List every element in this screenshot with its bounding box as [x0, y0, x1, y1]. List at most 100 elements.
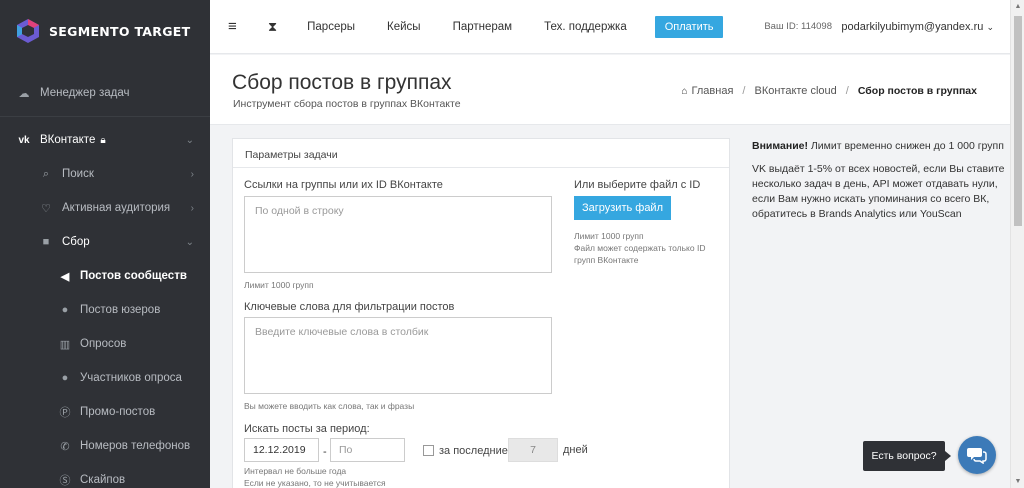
sidebar-item-skypes[interactable]: Ⓢ Скайпов: [0, 463, 210, 488]
page-title: Сбор постов в группах: [232, 71, 452, 94]
truck-icon: ■: [42, 236, 50, 248]
nav-link-cases[interactable]: Кейсы: [387, 21, 421, 33]
scroll-thumb[interactable]: [1014, 16, 1022, 226]
home-icon: ⌂: [681, 85, 688, 97]
breadcrumb-separator: /: [742, 85, 746, 97]
sidebar: SEGMENTO TARGET ☁ Менеджер задач vk ВКон…: [0, 0, 210, 488]
search-icon: ⌕: [42, 167, 50, 180]
file-hint-line: Лимит 1000 групп: [574, 231, 644, 241]
scroll-down-icon[interactable]: ▼: [1011, 478, 1024, 485]
breadcrumb-separator: /: [845, 85, 849, 97]
sidebar-item-phone-numbers[interactable]: ✆ Номеров телефонов: [0, 429, 210, 463]
keywords-hint: Вы можете вводить как слова, так и фразы: [244, 401, 415, 411]
file-hint-line: Файл может содержать только ID: [574, 243, 706, 253]
period-hint: Интервал не больше года Если не указано,…: [244, 465, 386, 488]
groups-hint: Лимит 1000 групп: [244, 280, 314, 290]
sidebar-item-label: Сбор: [62, 236, 90, 248]
file-label: Или выберите файл с ID: [574, 179, 701, 191]
chat-tooltip: Есть вопрос?: [863, 441, 951, 471]
last-days-input[interactable]: 7: [508, 438, 558, 462]
notice-text-2: VK выдаёт 1-5% от всех новостей, если Вы…: [752, 163, 1005, 220]
sidebar-item-promo-posts[interactable]: Ⓟ Промо-постов: [0, 395, 210, 429]
nav-link-support[interactable]: Тех. поддержка: [544, 21, 627, 33]
user-icon: ●: [61, 304, 69, 316]
menu-icon[interactable]: ≡: [228, 18, 242, 35]
sidebar-item-collect[interactable]: ■ Сбор ⌄: [0, 225, 210, 259]
period-hint-line: Интервал не больше года: [244, 466, 347, 476]
skype-icon: Ⓢ: [59, 475, 71, 487]
megaphone-icon: ◀: [60, 270, 70, 283]
scroll-up-icon[interactable]: ▲: [1011, 3, 1024, 10]
groups-label: Ссылки на группы или их ID ВКонтакте: [244, 179, 443, 191]
user-email: podarkilyubimym@yandex.ru: [841, 20, 984, 33]
sidebar-item-task-manager[interactable]: ☁ Менеджер задач: [0, 76, 210, 110]
sidebar-item-label: Опросов: [80, 338, 127, 350]
last-days-label: за последние: [439, 445, 508, 457]
sidebar-item-label: ВКонтакте: [40, 134, 96, 146]
breadcrumb-home[interactable]: Главная: [692, 85, 734, 97]
bar-chart-icon: ▥: [59, 338, 71, 351]
users-icon: ●: [61, 372, 69, 384]
sidebar-item-polls[interactable]: ▥ Опросов: [0, 327, 210, 361]
sidebar-item-poll-participants[interactable]: ● Участников опроса: [0, 361, 210, 395]
file-hint-line: групп ВКонтакте: [574, 255, 639, 265]
card-title: Параметры задачи: [233, 139, 729, 168]
hourglass-icon[interactable]: ⧗: [268, 19, 277, 35]
topbar: ≡ ⧗ Парсеры Кейсы Партнерам Тех. поддерж…: [210, 0, 1010, 54]
logo[interactable]: SEGMENTO TARGET: [0, 0, 210, 62]
period-label: Искать посты за период:: [244, 423, 370, 435]
divider: [0, 116, 210, 117]
heart-icon: ♡: [41, 202, 51, 215]
sidebar-nav: ☁ Менеджер задач vk ВКонтакте 🔒︎ ⌄ ⌕ Пои…: [0, 76, 210, 488]
pay-button[interactable]: Оплатить: [654, 15, 724, 38]
cloud-icon: ☁: [18, 87, 30, 100]
period-hint-line: Если не указано, то не учитывается: [244, 478, 386, 488]
date-to-input[interactable]: [330, 438, 405, 462]
sidebar-item-active-audience[interactable]: ♡ Активная аудитория ›: [0, 191, 210, 225]
sidebar-item-search[interactable]: ⌕ Поиск ›: [0, 157, 210, 191]
user-menu[interactable]: podarkilyubimym@yandex.ru ⌄: [841, 21, 994, 33]
scrollbar[interactable]: ▲ ▼: [1010, 0, 1024, 488]
logo-icon: [17, 19, 39, 43]
days-label: дней: [563, 444, 588, 456]
page-subtitle: Инструмент сбора постов в группах ВКонта…: [233, 98, 461, 110]
date-dash: -: [323, 446, 327, 458]
chevron-down-icon: ⌄: [185, 236, 194, 248]
chevron-down-icon: ⌄: [986, 21, 994, 32]
sidebar-item-vkontakte[interactable]: vk ВКонтакте 🔒︎ ⌄: [0, 123, 210, 157]
chat-button[interactable]: [958, 436, 996, 474]
lock-icon: 🔒︎: [100, 134, 106, 146]
sidebar-item-label: Активная аудитория: [62, 202, 171, 214]
upload-file-button[interactable]: Загрузить файл: [574, 196, 671, 220]
sidebar-item-user-posts[interactable]: ● Постов юзеров: [0, 293, 210, 327]
notice-text-1: Лимит временно снижен до 1 000 групп: [810, 140, 1004, 152]
chat-icon: [967, 448, 987, 464]
phone-icon: ✆: [60, 440, 70, 453]
breadcrumb: ⌂ Главная / ВКонтакте cloud / Сбор посто…: [682, 85, 978, 97]
chevron-right-icon: ›: [190, 202, 194, 214]
task-params-card: Параметры задачи Ссылки на группы или их…: [232, 138, 730, 488]
promo-icon: Ⓟ: [59, 407, 71, 419]
chevron-down-icon: ⌄: [185, 134, 194, 146]
date-from-input[interactable]: [244, 438, 319, 462]
breadcrumb-current: Сбор постов в группах: [857, 85, 977, 97]
user-id: Ваш ID: 114098: [764, 21, 832, 32]
notice-limit: Внимание! Лимит временно снижен до 1 000…: [752, 139, 1008, 154]
keywords-textarea[interactable]: [244, 317, 552, 394]
brand-name: SEGMENTO TARGET: [49, 23, 191, 39]
nav-link-partners[interactable]: Партнерам: [453, 21, 513, 33]
nav-link-parsers[interactable]: Парсеры: [307, 21, 355, 33]
last-days-checkbox[interactable]: [423, 445, 434, 456]
groups-textarea[interactable]: [244, 196, 552, 273]
sidebar-item-label: Скайпов: [80, 474, 126, 486]
vk-icon: vk: [18, 134, 30, 146]
notice-panel: Внимание! Лимит временно снижен до 1 000…: [752, 139, 1008, 230]
sidebar-item-label: Постов сообществ: [80, 270, 187, 282]
sidebar-item-community-posts[interactable]: ◀ Постов сообществ: [0, 259, 210, 293]
sidebar-item-label: Номеров телефонов: [80, 440, 191, 452]
sidebar-item-label: Постов юзеров: [80, 304, 161, 316]
chevron-right-icon: ›: [190, 168, 194, 180]
notice-title: Внимание!: [752, 140, 808, 152]
breadcrumb-vk-cloud[interactable]: ВКонтакте cloud: [754, 85, 836, 97]
sidebar-item-label: Менеджер задач: [40, 87, 130, 99]
